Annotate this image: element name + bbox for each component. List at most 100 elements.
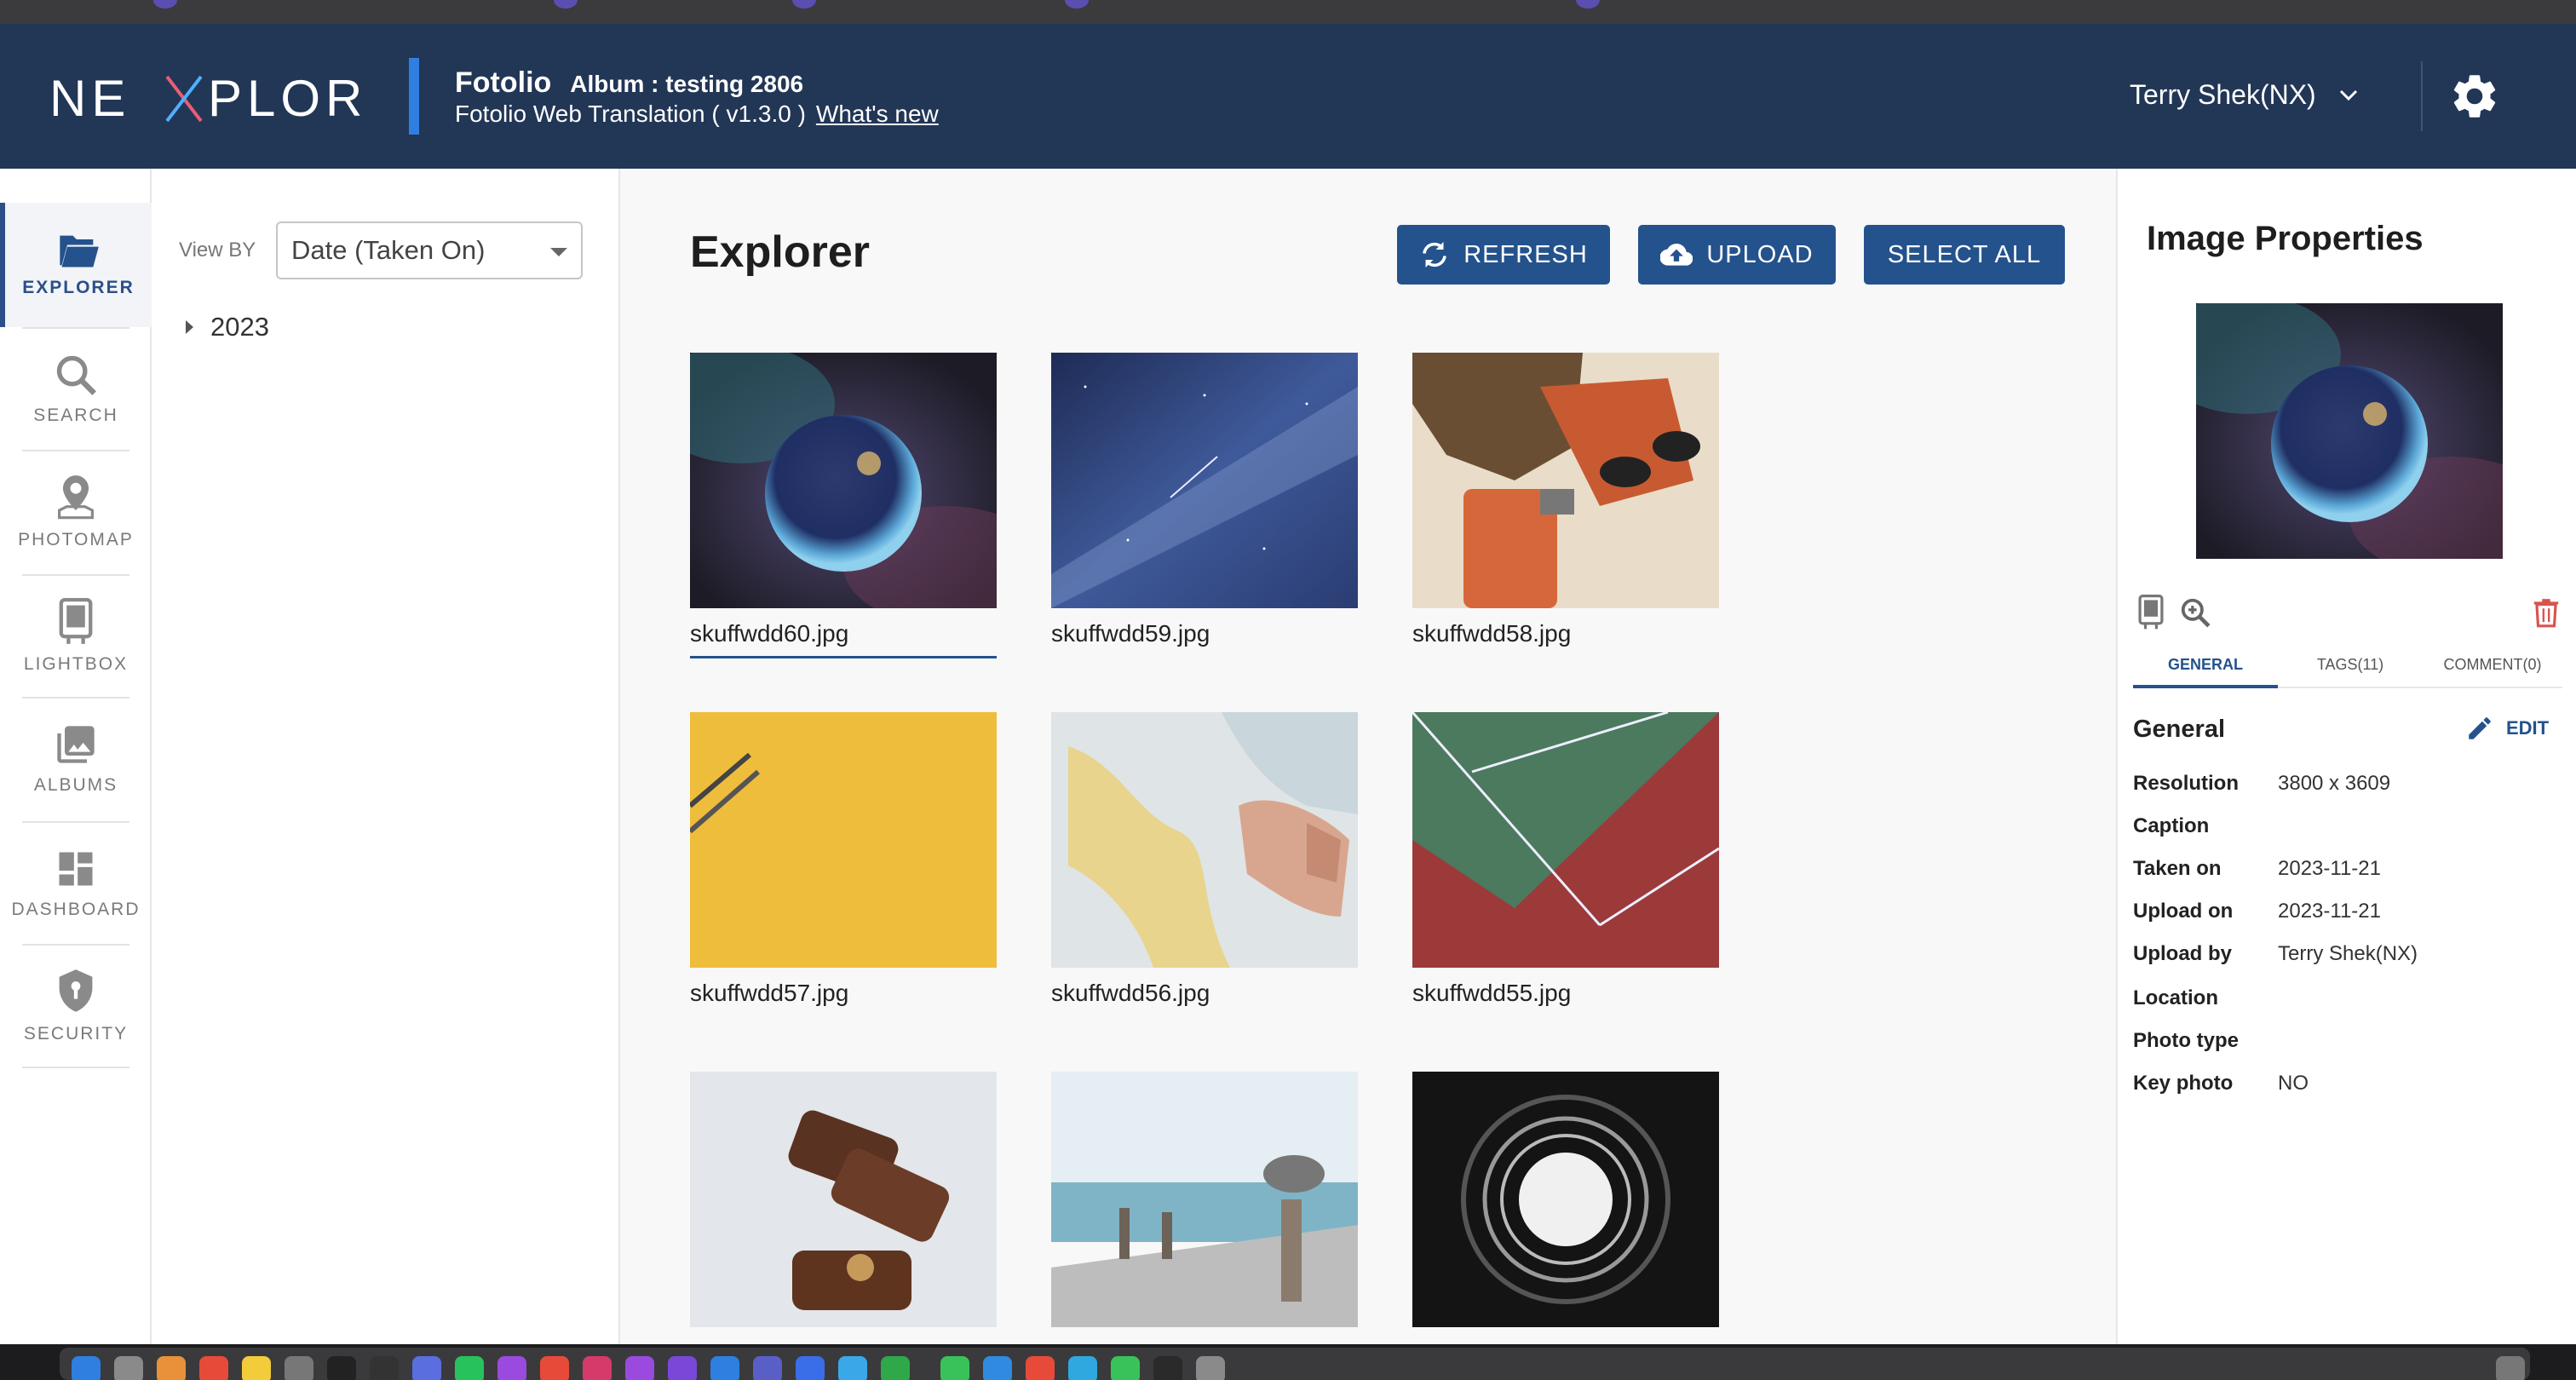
os-top-strip — [0, 0, 2576, 24]
tab-favicon — [1576, 0, 1600, 9]
property-key: Upload on — [2133, 900, 2234, 923]
map-pin-icon — [58, 475, 94, 520]
image-filename: skuffwdd56.jpg — [1051, 980, 1210, 1006]
image-card[interactable] — [690, 1072, 997, 1348]
tab-comment[interactable]: COMMENT(0) — [2423, 656, 2562, 674]
folder-open-icon — [60, 235, 99, 267]
app-icon[interactable] — [412, 1356, 441, 1380]
nav-security[interactable]: SECURITY — [0, 944, 152, 1068]
nav-explorer[interactable]: EXPLORER — [0, 203, 152, 327]
edge-icon[interactable] — [1068, 1356, 1097, 1380]
filter-pane: View BY Date (Taken On) 2023 — [152, 169, 620, 1344]
app-icon[interactable] — [497, 1356, 526, 1380]
dashboard-icon — [59, 852, 93, 886]
user-menu[interactable]: Terry Shek(NX) — [2130, 79, 2359, 111]
app-icon[interactable] — [625, 1356, 654, 1380]
nav-search[interactable]: SEARCH — [0, 327, 152, 451]
app-title: Fotolio Album : testing 2806 — [455, 66, 803, 100]
notes-icon[interactable] — [242, 1356, 271, 1380]
image-thumbnail — [1412, 1072, 1719, 1327]
view-by-value: Date (Taken On) — [291, 235, 486, 265]
github-icon[interactable] — [668, 1356, 697, 1380]
tree-node-year[interactable]: 2023 — [186, 312, 269, 342]
image-card[interactable]: skuffwdd59.jpg — [1051, 353, 1358, 656]
property-row: Caption — [2133, 814, 2278, 838]
property-value: 2023-11-21 — [2278, 857, 2381, 880]
app-window: NE PLORE Fotolio Album : testing 2806 Fo… — [0, 0, 2576, 1380]
lightbox-icon — [59, 598, 93, 644]
property-key: Location — [2133, 986, 2218, 1009]
side-nav: EXPLORER SEARCH PHOTOMAP LIGHTBOX ALBUMS — [0, 169, 152, 1344]
refresh-button[interactable]: REFRESH — [1397, 225, 1610, 285]
select-all-button[interactable]: SELECT ALL — [1864, 225, 2065, 285]
nav-label: PHOTOMAP — [18, 530, 134, 549]
svg-text:PLORE: PLORE — [208, 73, 365, 124]
image-card[interactable] — [1051, 1072, 1358, 1348]
app-icon[interactable] — [881, 1356, 910, 1380]
nav-lightbox[interactable]: LIGHTBOX — [0, 574, 152, 699]
finder-icon[interactable] — [72, 1356, 101, 1380]
property-key: Photo type — [2133, 1029, 2239, 1052]
launchpad-icon[interactable] — [114, 1356, 143, 1380]
properties-title: Image Properties — [2147, 220, 2424, 257]
selected-image-preview — [2196, 303, 2503, 559]
zoom-in-icon[interactable] — [2179, 595, 2211, 630]
image-card[interactable]: skuffwdd58.jpg — [1412, 353, 1719, 656]
delete-icon[interactable] — [2530, 595, 2562, 630]
nav-photomap[interactable]: PHOTOMAP — [0, 450, 152, 574]
select-all-label: SELECT ALL — [1887, 240, 2042, 268]
app-name: Fotolio — [455, 66, 552, 99]
settings-app-icon[interactable] — [285, 1356, 313, 1380]
image-card[interactable]: skuffwdd56.jpg — [1051, 712, 1358, 1015]
teams-icon[interactable] — [753, 1356, 782, 1380]
image-thumbnail — [690, 1072, 997, 1327]
main-area: EXPLORER SEARCH PHOTOMAP LIGHTBOX ALBUMS — [0, 169, 2576, 1344]
gear-icon[interactable] — [2448, 70, 2501, 123]
user-name: Terry Shek(NX) — [2130, 79, 2316, 110]
image-card[interactable]: skuffwdd57.jpg — [690, 712, 997, 1015]
mail-icon[interactable] — [583, 1356, 612, 1380]
nav-albums[interactable]: ALBUMS — [0, 697, 152, 821]
property-value: 3800 x 3609 — [2278, 772, 2391, 795]
image-card[interactable] — [1412, 1072, 1719, 1348]
photos-icon[interactable] — [157, 1356, 186, 1380]
whats-new-link[interactable]: What's new — [816, 101, 939, 128]
messages-icon[interactable] — [940, 1356, 969, 1380]
spotify-icon[interactable] — [455, 1356, 484, 1380]
view-by-select[interactable]: Date (Taken On) — [276, 221, 583, 279]
image-card[interactable]: skuffwdd55.jpg — [1412, 712, 1719, 1015]
explorer-panel: Explorer REFRESH UPLOAD SELECT ALL skuff… — [620, 169, 2116, 1344]
edit-button[interactable]: EDIT — [2465, 714, 2549, 743]
nav-dashboard[interactable]: DASHBOARD — [0, 821, 152, 946]
trash-icon[interactable] — [2496, 1356, 2525, 1380]
tab-favicon — [792, 0, 816, 9]
tab-general[interactable]: GENERAL — [2133, 656, 2278, 674]
activity-icon[interactable] — [370, 1356, 399, 1380]
app-icon[interactable] — [838, 1356, 867, 1380]
tab-tags[interactable]: TAGS(11) — [2278, 656, 2423, 674]
vscode-icon[interactable] — [710, 1356, 739, 1380]
app-icon[interactable] — [1153, 1356, 1182, 1380]
property-row: Resolution 3800 x 3609 — [2133, 772, 2390, 796]
nav-label: LIGHTBOX — [23, 654, 129, 674]
property-row: Taken on 2023-11-21 — [2133, 857, 2381, 881]
app-icon[interactable] — [1196, 1356, 1225, 1380]
nav-label: SECURITY — [23, 1024, 129, 1044]
shield-icon — [59, 969, 93, 1012]
calendar-icon[interactable] — [199, 1356, 228, 1380]
terminal-icon[interactable] — [327, 1356, 356, 1380]
tab-favicon — [1065, 0, 1089, 9]
app-icon[interactable] — [983, 1356, 1012, 1380]
chrome-icon[interactable] — [1026, 1356, 1055, 1380]
upload-label: UPLOAD — [1706, 240, 1814, 268]
upload-button[interactable]: UPLOAD — [1638, 225, 1836, 285]
nav-divider — [22, 1067, 129, 1068]
image-card[interactable]: skuffwdd60.jpg — [690, 353, 997, 658]
nav-label: ALBUMS — [33, 775, 118, 795]
property-key: Resolution — [2133, 772, 2239, 795]
image-thumbnail — [1051, 353, 1358, 608]
lightbox-icon[interactable] — [2135, 595, 2167, 630]
facebook-icon[interactable] — [796, 1356, 825, 1380]
whatsapp-icon[interactable] — [1111, 1356, 1140, 1380]
app-icon[interactable] — [540, 1356, 569, 1380]
